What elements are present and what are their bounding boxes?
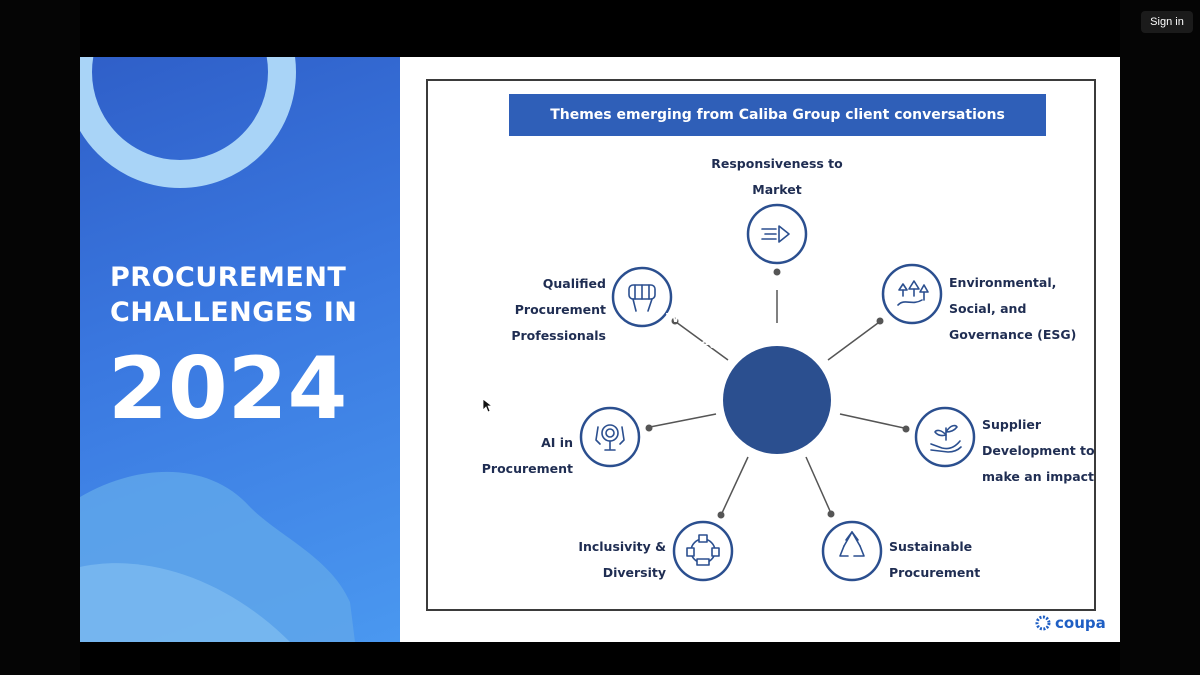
connector-line: [827, 322, 879, 361]
theme-label-line: Environmental,: [949, 275, 1057, 290]
theme-label-inclusivity-diversity: Inclusivity & Diversity: [560, 534, 666, 586]
connector-dot: [902, 425, 910, 433]
connector-line: [839, 413, 905, 429]
coupa-logo-text: coupa: [1055, 614, 1106, 632]
theme-label-line: Qualified: [542, 276, 606, 291]
coupa-logo-mark-icon: [1035, 615, 1051, 631]
theme-label-line: Responsiveness to: [711, 156, 843, 171]
theme-label-line: Sustainable: [889, 539, 973, 554]
connector-dot: [876, 317, 884, 325]
mouse-cursor-icon: [482, 398, 494, 413]
theme-label-sustainable-procurement: Sustainable Procurement: [889, 534, 980, 586]
theme-label-line: Supplier: [982, 417, 1042, 432]
coupa-logo: coupa: [1034, 614, 1106, 632]
connector-dot: [717, 511, 725, 519]
theme-label-line: Social, and: [949, 301, 1027, 316]
theme-label-line: Procurement: [889, 565, 981, 580]
theme-label-supplier-development: Supplier Development to make an impact: [982, 412, 1095, 490]
theme-label-esg: Environmental, Social, and Governance (E…: [949, 270, 1076, 348]
theme-icon-circle: [672, 520, 734, 582]
theme-label-line: Market: [752, 182, 802, 197]
theme-icon-circle: [914, 406, 976, 468]
theme-label-line: Professionals: [511, 328, 606, 343]
center-line: telling us: [665, 362, 731, 377]
connector-line: [805, 456, 831, 512]
theme-label-line: make an impact: [982, 469, 1095, 484]
theme-icon-circle: [746, 203, 808, 265]
theme-label-line: Procurement: [481, 461, 573, 476]
theme-label-line: Inclusivity &: [578, 539, 666, 554]
connector-dot: [827, 510, 835, 518]
theme-label-qualified-professionals: Qualified Procurement Professionals: [500, 271, 606, 349]
center-line: market is: [664, 336, 732, 351]
center-label: What the market is telling us: [643, 305, 753, 383]
connector-dot: [773, 268, 781, 276]
theme-label-line: Procurement: [514, 302, 606, 317]
theme-label-line: Governance (ESG): [949, 327, 1077, 342]
connector-dot: [645, 424, 653, 432]
theme-label-responsiveness: Responsiveness to Market: [700, 151, 854, 203]
theme-icon-circle: [821, 520, 883, 582]
connector-line: [649, 413, 717, 428]
theme-icon-circle: [881, 263, 943, 325]
theme-label-line: Development to: [982, 443, 1095, 458]
theme-label-ai-procurement: AI in Procurement: [470, 430, 573, 482]
center-line: What the: [665, 310, 731, 325]
theme-label-line: AI in: [541, 435, 573, 450]
connector-line: [721, 456, 749, 514]
theme-label-line: Diversity: [602, 565, 666, 580]
